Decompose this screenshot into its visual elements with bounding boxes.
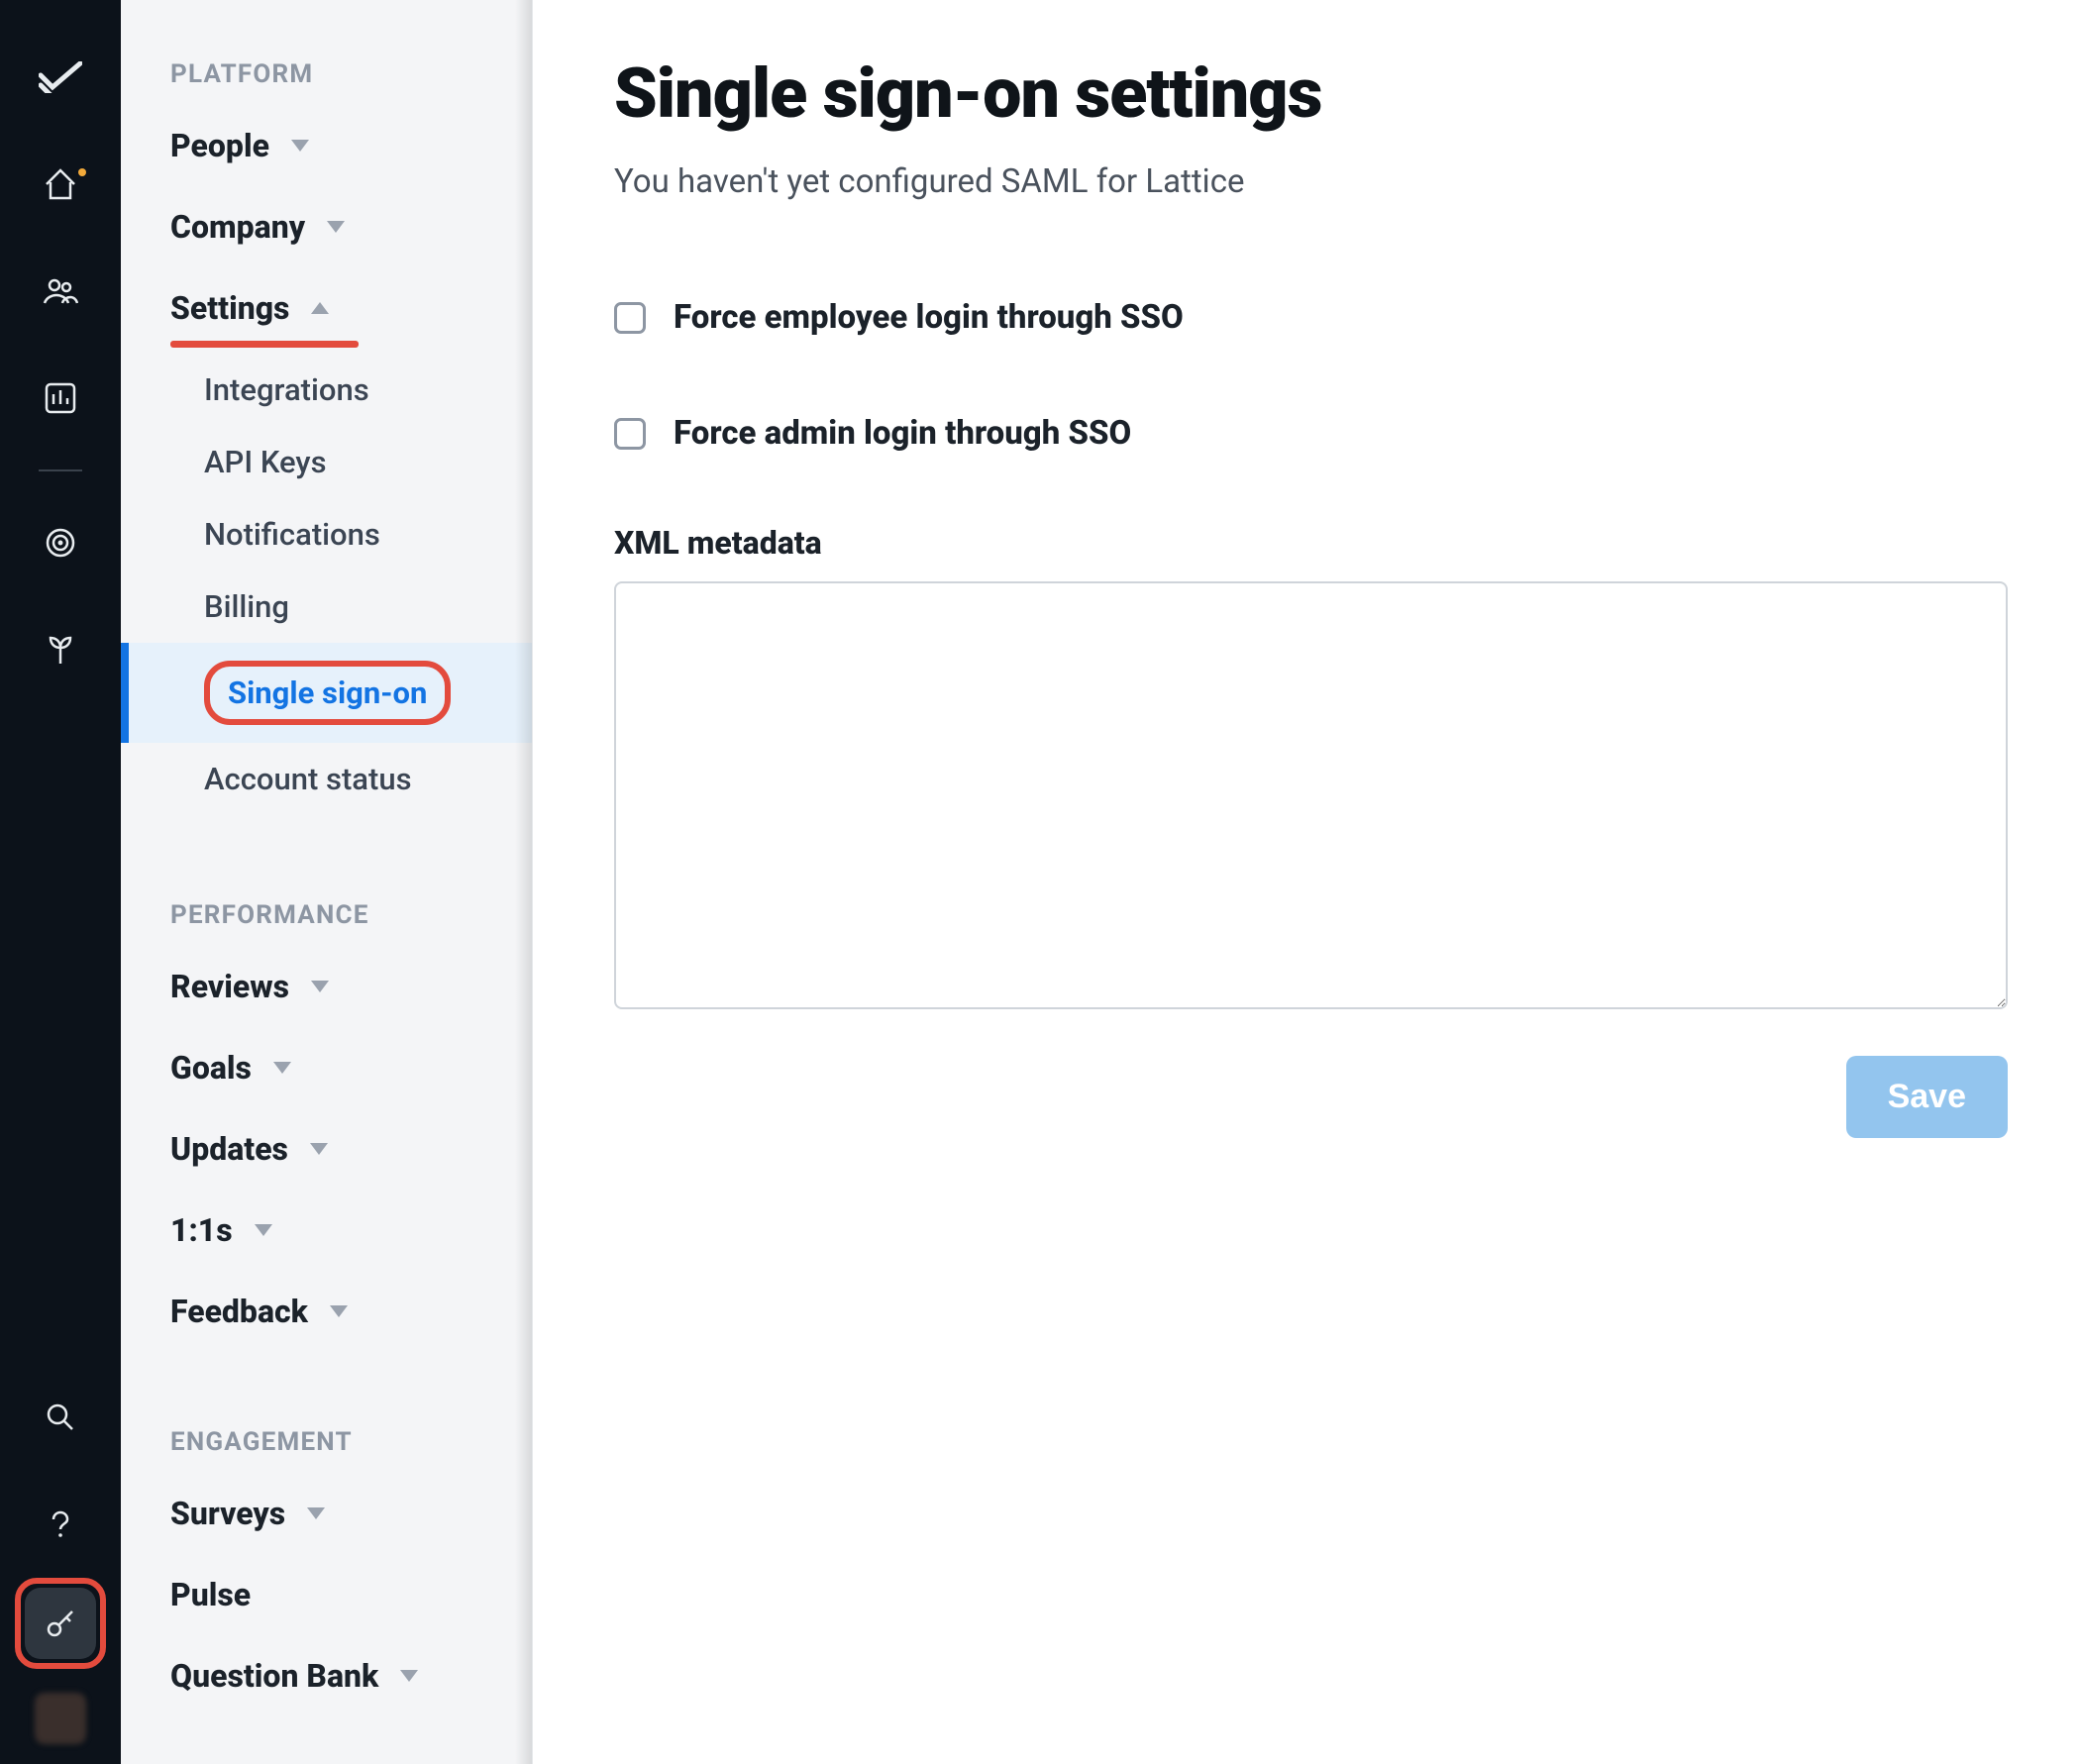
force-employee-checkbox[interactable] xyxy=(614,302,646,334)
rail-divider xyxy=(39,469,82,471)
user-avatar[interactable] xyxy=(35,1693,86,1744)
key-icon[interactable] xyxy=(25,1588,96,1659)
sidebar-item-one-on-ones[interactable]: 1:1s xyxy=(121,1190,532,1271)
search-icon[interactable] xyxy=(31,1388,90,1447)
sidebar-item-label: Settings xyxy=(170,289,289,327)
force-admin-checkbox[interactable] xyxy=(614,418,646,450)
sidebar-subitem-sso[interactable]: Single sign-on xyxy=(121,643,532,743)
grow-icon[interactable] xyxy=(31,620,90,679)
sidebar-subitem-billing[interactable]: Billing xyxy=(121,571,532,643)
target-icon[interactable] xyxy=(31,513,90,572)
chevron-down-icon xyxy=(273,1062,291,1074)
sidebar-subitem-integrations[interactable]: Integrations xyxy=(121,354,532,426)
chevron-down-icon xyxy=(400,1670,418,1682)
sidebar-subitem-api-keys[interactable]: API Keys xyxy=(121,426,532,498)
sidebar-item-label: Updates xyxy=(170,1130,288,1168)
sidebar-subitem-account-status[interactable]: Account status xyxy=(121,743,532,815)
nav-rail xyxy=(0,0,121,1764)
force-employee-label: Force employee login through SSO xyxy=(674,298,1184,337)
sidebar-item-label: People xyxy=(170,127,269,164)
rail-bottom xyxy=(15,1364,106,1744)
chart-icon[interactable] xyxy=(31,368,90,428)
home-icon[interactable] xyxy=(31,155,90,214)
chevron-up-icon xyxy=(311,302,329,314)
app-root: PLATFORM People Company Settings Integra… xyxy=(0,0,2081,1764)
sidebar-item-reviews[interactable]: Reviews xyxy=(121,946,532,1027)
sidebar-item-label: Surveys xyxy=(170,1495,285,1532)
chevron-down-icon xyxy=(311,981,329,992)
chevron-down-icon xyxy=(255,1224,272,1236)
sidebar-item-label: Pulse xyxy=(170,1576,251,1613)
chevron-down-icon xyxy=(330,1305,348,1317)
section-engagement: ENGAGEMENT xyxy=(121,1411,532,1473)
save-row: Save xyxy=(614,1056,2008,1138)
save-button[interactable]: Save xyxy=(1846,1056,2008,1138)
lattice-logo-icon[interactable] xyxy=(31,48,90,107)
force-admin-row: Force admin login through SSO xyxy=(614,392,2008,508)
sidebar-item-label: Company xyxy=(170,208,305,246)
sidebar-item-company[interactable]: Company xyxy=(121,186,532,267)
force-admin-label: Force admin login through SSO xyxy=(674,414,1131,453)
sidebar-item-goals[interactable]: Goals xyxy=(121,1027,532,1108)
settings-underline-annotation xyxy=(170,341,359,348)
settings-subitems: Integrations API Keys Notifications Bill… xyxy=(121,348,532,825)
sidebar-item-label: 1:1s xyxy=(170,1211,233,1249)
main-content: Single sign-on settings You haven't yet … xyxy=(533,0,2081,1764)
sidebar-subitem-notifications[interactable]: Notifications xyxy=(121,498,532,571)
sidebar-item-label: Goals xyxy=(170,1049,252,1087)
sidebar-item-label: Feedback xyxy=(170,1293,308,1330)
xml-metadata-label: XML metadata xyxy=(614,524,2008,562)
page-subtitle: You haven't yet configured SAML for Latt… xyxy=(614,162,2008,201)
section-platform: PLATFORM xyxy=(121,44,532,105)
people-icon[interactable] xyxy=(31,261,90,321)
sidebar-item-label: Reviews xyxy=(170,968,289,1005)
chevron-down-icon xyxy=(310,1143,328,1155)
sidebar-item-updates[interactable]: Updates xyxy=(121,1108,532,1190)
section-performance: PERFORMANCE xyxy=(121,884,532,946)
page-title: Single sign-on settings xyxy=(614,53,2008,135)
chevron-down-icon xyxy=(291,140,309,152)
force-employee-row: Force employee login through SSO xyxy=(614,276,2008,392)
sidebar-item-question-bank[interactable]: Question Bank xyxy=(121,1635,532,1716)
sidebar-item-label: Question Bank xyxy=(170,1657,378,1695)
sidebar-item-settings[interactable]: Settings xyxy=(121,267,532,349)
chevron-down-icon xyxy=(307,1507,325,1519)
chevron-down-icon xyxy=(327,221,345,233)
admin-key-annotation xyxy=(15,1578,106,1669)
sidebar-item-feedback[interactable]: Feedback xyxy=(121,1271,532,1352)
notification-dot xyxy=(78,168,86,176)
sidebar-item-people[interactable]: People xyxy=(121,105,532,186)
xml-metadata-textarea[interactable] xyxy=(614,581,2008,1009)
sidebar-item-pulse[interactable]: Pulse xyxy=(121,1554,532,1635)
help-icon[interactable] xyxy=(31,1495,90,1554)
sidebar: PLATFORM People Company Settings Integra… xyxy=(121,0,533,1764)
sidebar-item-surveys[interactable]: Surveys xyxy=(121,1473,532,1554)
sso-annotation-pill: Single sign-on xyxy=(204,661,451,725)
